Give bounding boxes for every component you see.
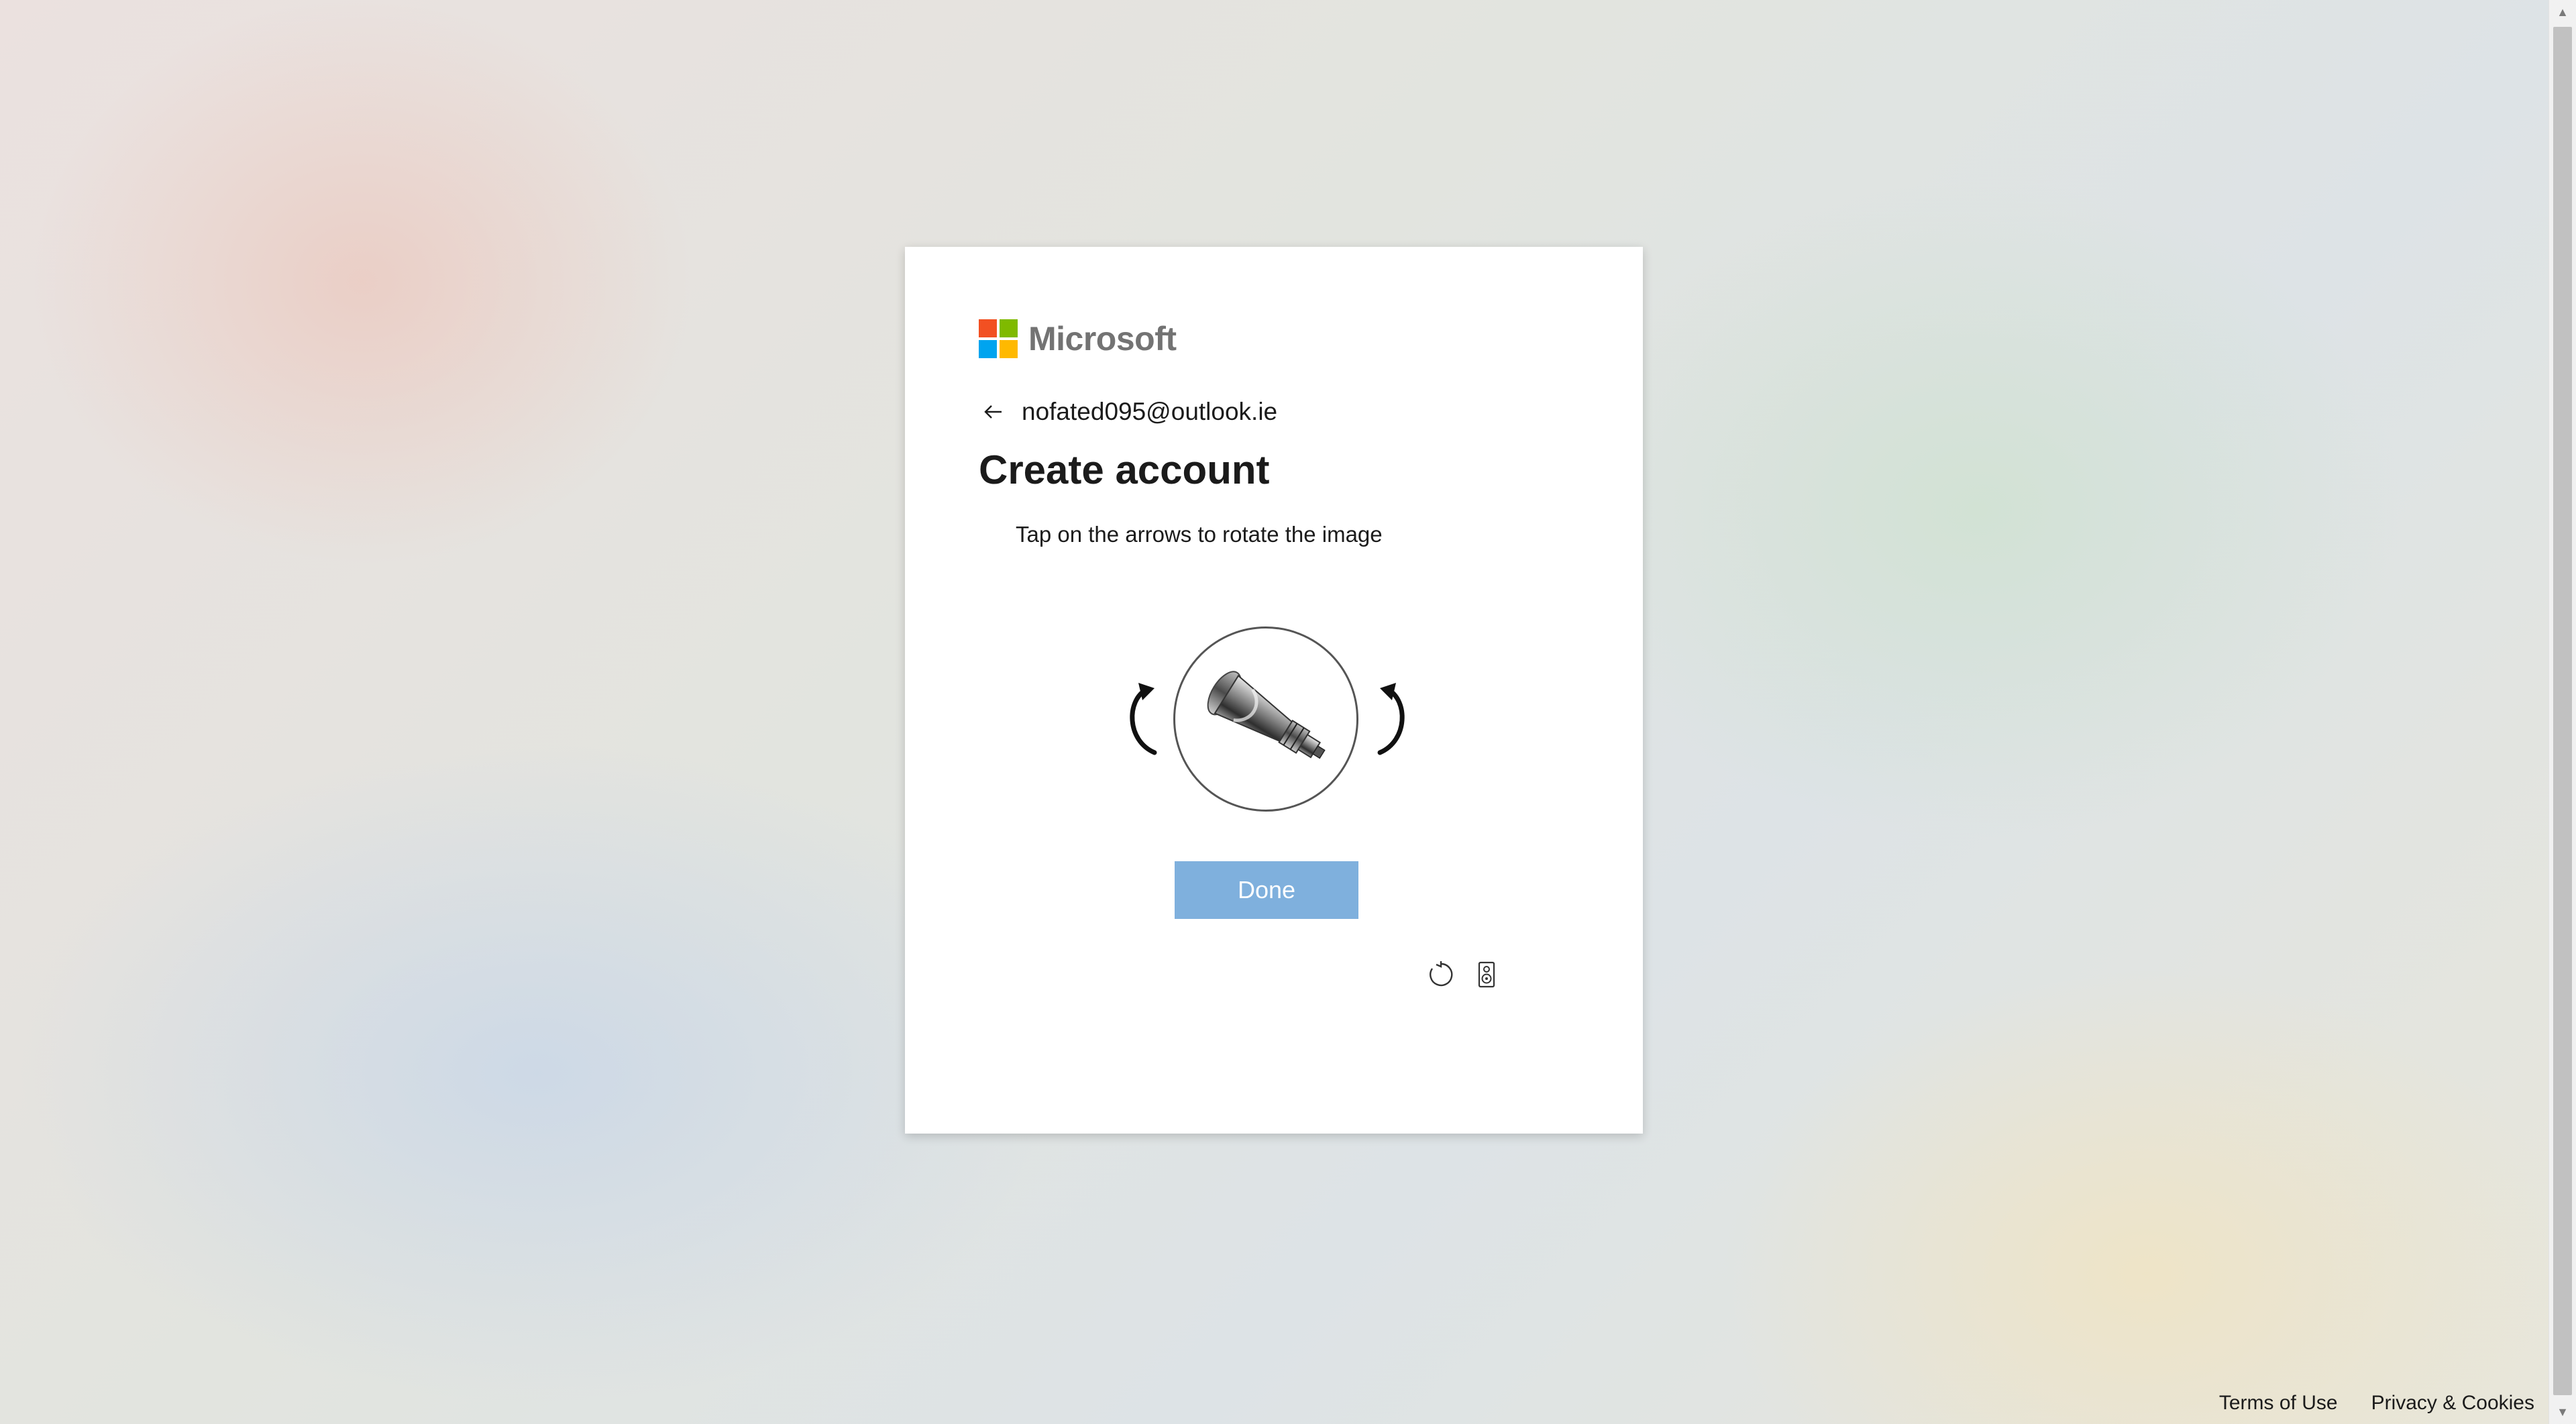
rotate-left-button[interactable] bbox=[1120, 673, 1167, 761]
logo-square-green bbox=[1000, 319, 1018, 337]
captcha-tools bbox=[1426, 959, 1502, 990]
scroll-up-icon[interactable]: ▲ bbox=[2549, 0, 2576, 24]
done-button[interactable]: Done bbox=[1175, 861, 1358, 919]
rotate-captcha bbox=[1120, 626, 1415, 814]
vertical-scrollbar[interactable]: ▲ ▼ bbox=[2548, 0, 2576, 1424]
audio-speaker-icon[interactable] bbox=[1471, 959, 1502, 990]
footer: Terms of Use Privacy & Cookies bbox=[2219, 1392, 2534, 1415]
logo-square-blue bbox=[979, 340, 997, 358]
page-title: Create account bbox=[979, 447, 1270, 492]
captcha-instruction: Tap on the arrows to rotate the image bbox=[1016, 522, 1383, 547]
identity-email: nofated095@outlook.ie bbox=[1022, 398, 1278, 425]
microsoft-logo-icon bbox=[979, 319, 1018, 358]
logo-square-yellow bbox=[1000, 340, 1018, 358]
logo-square-red bbox=[979, 319, 997, 337]
privacy-cookies-link[interactable]: Privacy & Cookies bbox=[2371, 1392, 2534, 1415]
rotate-counterclockwise-icon bbox=[1130, 683, 1157, 755]
create-account-card: Microsoft nofated095@outlook.ie Create a… bbox=[905, 247, 1643, 1134]
rotated-object-icon bbox=[1207, 671, 1326, 759]
refresh-icon[interactable] bbox=[1426, 959, 1456, 990]
identity-banner: nofated095@outlook.ie bbox=[979, 392, 1277, 432]
rotate-right-button[interactable] bbox=[1368, 673, 1415, 761]
terms-of-use-link[interactable]: Terms of Use bbox=[2219, 1392, 2338, 1415]
rotate-clockwise-icon bbox=[1377, 683, 1405, 755]
brand-name: Microsoft bbox=[1028, 320, 1177, 358]
scrollbar-thumb[interactable] bbox=[2553, 27, 2572, 1395]
scroll-down-icon[interactable]: ▼ bbox=[2549, 1400, 2576, 1424]
captcha-image bbox=[1173, 626, 1358, 812]
back-arrow-icon[interactable] bbox=[979, 397, 1008, 427]
page: Microsoft nofated095@outlook.ie Create a… bbox=[0, 0, 2576, 1424]
brand: Microsoft bbox=[979, 319, 1177, 358]
